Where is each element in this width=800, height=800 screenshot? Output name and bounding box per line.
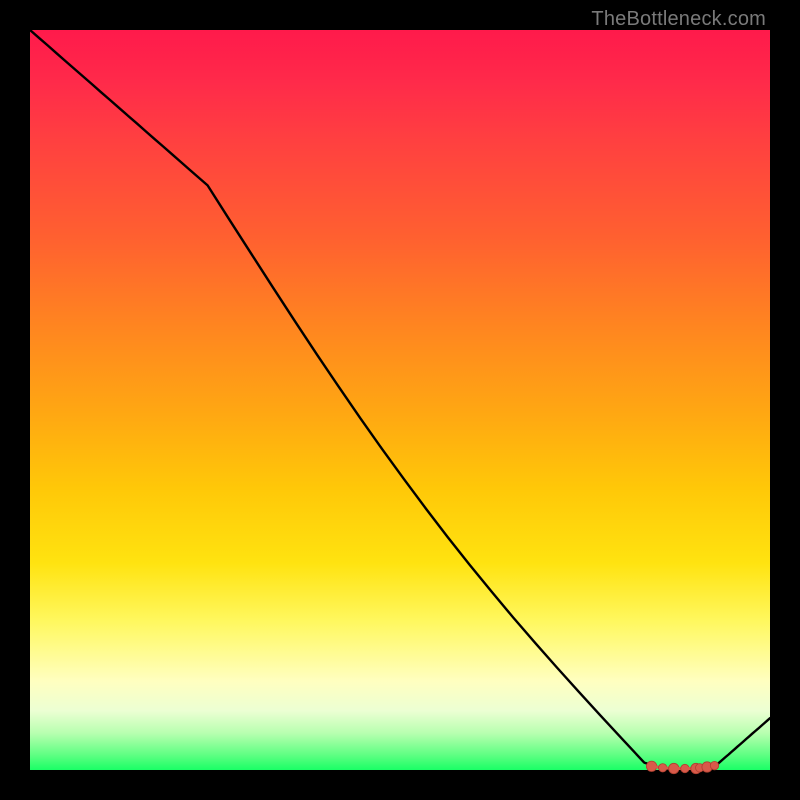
- watermark-text: TheBottleneck.com: [591, 8, 766, 31]
- minimum-markers: [646, 761, 718, 774]
- chart-overlay: [30, 30, 770, 770]
- minimum-marker: [710, 761, 718, 769]
- chart-line: [30, 30, 770, 770]
